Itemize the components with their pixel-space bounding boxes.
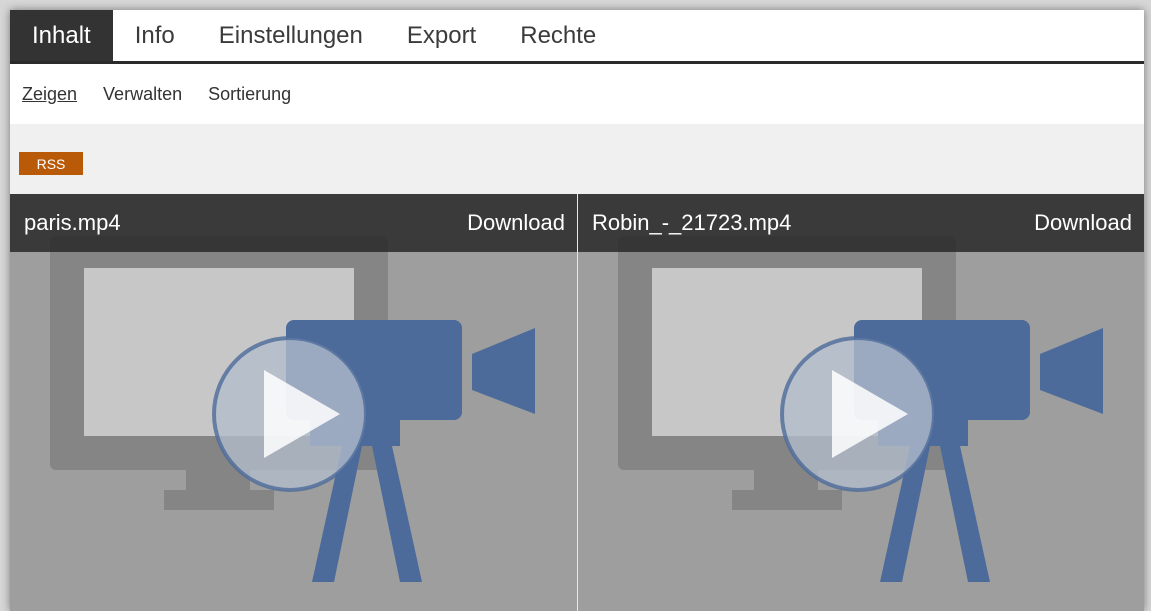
feed-bar: RSS — [10, 124, 1144, 194]
rss-button[interactable]: RSS — [19, 152, 83, 175]
media-title-bar: paris.mp4 Download — [10, 194, 577, 252]
subnav-verwalten[interactable]: Verwalten — [103, 84, 182, 105]
media-filename[interactable]: Robin_-_21723.mp4 — [592, 210, 791, 236]
video-placeholder-icon — [618, 236, 1103, 582]
download-link[interactable]: Download — [467, 210, 565, 236]
tab-einstellungen[interactable]: Einstellungen — [197, 10, 385, 61]
media-title-bar: Robin_-_21723.mp4 Download — [578, 194, 1144, 252]
tab-info[interactable]: Info — [113, 10, 197, 61]
media-filename[interactable]: paris.mp4 — [24, 210, 121, 236]
sub-navigation: Zeigen Verwalten Sortierung — [10, 64, 1144, 124]
tab-rechte[interactable]: Rechte — [498, 10, 618, 61]
subnav-zeigen[interactable]: Zeigen — [22, 84, 77, 105]
video-placeholder-icon — [50, 236, 535, 582]
download-link[interactable]: Download — [1034, 210, 1132, 236]
media-grid: paris.mp4 Download Robin_-_21723.mp4 Dow… — [10, 194, 1144, 611]
media-tile[interactable]: paris.mp4 Download — [10, 194, 577, 611]
tab-inhalt[interactable]: Inhalt — [10, 10, 113, 61]
app-window: Inhalt Info Einstellungen Export Rechte … — [10, 10, 1144, 611]
tab-export[interactable]: Export — [385, 10, 498, 61]
main-tabs: Inhalt Info Einstellungen Export Rechte — [10, 10, 1144, 64]
subnav-sortierung[interactable]: Sortierung — [208, 84, 291, 105]
media-tile[interactable]: Robin_-_21723.mp4 Download — [577, 194, 1144, 611]
